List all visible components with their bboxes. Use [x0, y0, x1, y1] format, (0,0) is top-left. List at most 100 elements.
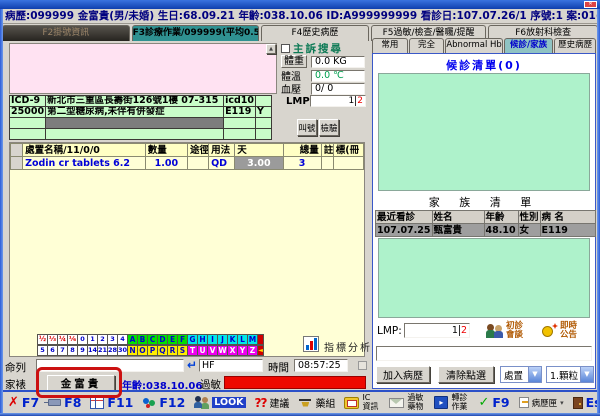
time-checkbox[interactable] [358, 361, 367, 370]
rx-mark[interactable] [333, 157, 363, 170]
icd-code-cell[interactable] [10, 118, 46, 129]
rx-note[interactable] [321, 157, 333, 170]
rx-total[interactable]: 3 [283, 157, 321, 170]
family-disease-cell[interactable]: E119 [540, 224, 595, 237]
rx-header-note[interactable]: 註 [321, 144, 333, 157]
scroll-up-icon[interactable]: ▲ [266, 44, 276, 54]
treatment-dropdown[interactable]: 處置 ▼ [500, 366, 542, 383]
icd-flag-cell[interactable]: Y [255, 107, 271, 118]
rx-drug-name[interactable]: Zodin cr tablets 6.2 [23, 157, 146, 170]
icd-desc-cell[interactable]: 新北市三重區長壽街126號1樓 07-315 [46, 96, 224, 107]
granule-dropdown[interactable]: 1.顆粒 ▼ [546, 366, 594, 383]
family-header-name[interactable]: 姓名 [432, 211, 484, 224]
family-age-cell[interactable]: 48.10 [484, 224, 518, 237]
allergy-drug-button[interactable]: 過敏藥物 [389, 394, 425, 411]
rx-header-name[interactable]: 處置名稱/11/0/0 [23, 144, 146, 157]
lmp-input[interactable]: 12 [310, 95, 366, 107]
family-row-selected[interactable]: 107.07.25 甄富貴 48.10 女 E119 [376, 224, 596, 237]
icd-desc-cell-selected[interactable] [46, 118, 224, 129]
family-header-age[interactable]: 年齡 [484, 211, 518, 224]
weight-input[interactable]: 0.0 KG [311, 56, 365, 68]
f9-button[interactable]: ✓F9 [478, 395, 509, 410]
family-header-disease[interactable]: 病 名 [540, 211, 595, 224]
clear-selection-button[interactable]: 清除點選 [438, 366, 494, 383]
chevron-down-icon[interactable]: ▼ [528, 367, 541, 382]
family-note-input[interactable] [376, 346, 592, 361]
call-number-button[interactable]: 叫號 [297, 119, 317, 136]
complaint-search-checkbox[interactable] [281, 44, 290, 53]
patient-name-button[interactable]: 金富貴 [47, 375, 115, 391]
tab-f4-history[interactable]: F4歷史病歷 [261, 25, 369, 41]
family-name-cell[interactable]: 甄富貴 [432, 224, 484, 237]
f7-button[interactable]: ✗F7 [8, 395, 39, 410]
window-titlebar[interactable]: ✕ [0, 0, 600, 9]
tab-history[interactable]: 歷史病歷 [554, 38, 596, 53]
add-to-chart-button[interactable]: 加入病歷 [376, 366, 430, 383]
rx-header-days[interactable]: 天 [235, 144, 283, 157]
tab-common[interactable]: 常用 [372, 38, 408, 53]
temperature-input[interactable]: 0.0 ℃ [311, 70, 365, 82]
icd-code-cell[interactable] [10, 129, 46, 140]
weight-label[interactable]: 體重 [281, 55, 307, 68]
tab-complete[interactable]: 完全 [409, 38, 445, 53]
icd10-cell[interactable]: icd10 [224, 96, 256, 107]
family-header-visit[interactable]: 最近看診 [376, 211, 433, 224]
suggest-button[interactable]: ??建議 [255, 395, 290, 410]
complaint-search-option[interactable]: 主訴搜尋 [281, 42, 343, 54]
icd-desc-cell[interactable]: 第二型糖尿病,未伴有併發症 [46, 107, 224, 118]
rx-header-qty[interactable]: 數量 [145, 144, 187, 157]
rx-row-handle[interactable] [11, 157, 23, 170]
allergy-alert-field[interactable] [224, 376, 366, 389]
prescription-row[interactable]: Zodin cr tablets 6.2 1.00 QD 3.00 3 [11, 157, 364, 170]
esc-button[interactable]: Esc [573, 395, 600, 410]
table-row[interactable]: ICD-9 新北市三重區長壽街126號1樓 07-315 icd10 [10, 96, 272, 107]
rx-qty[interactable]: 1.00 [145, 157, 187, 170]
ic-info-button[interactable]: IC資訊 [344, 394, 380, 411]
keypad-key[interactable]: ◄ [257, 345, 264, 356]
icd-flag-cell[interactable] [255, 118, 271, 129]
hf-input[interactable]: HF [199, 359, 263, 372]
family-header-sex[interactable]: 性別 [518, 211, 540, 224]
table-row[interactable]: 25000 第二型糖尿病,未伴有併發症 E119 Y [10, 107, 272, 118]
first-visit-chat-button[interactable]: 初診會談 [486, 322, 524, 340]
icd10-cell[interactable] [224, 129, 256, 140]
command-input[interactable] [36, 359, 184, 372]
referral-button[interactable]: ▸轉診作業 [434, 394, 469, 411]
icd-desc-cell[interactable] [46, 129, 224, 140]
icd-flag-cell[interactable] [255, 129, 271, 140]
rx-days-selected[interactable]: 3.00 [235, 157, 283, 170]
rx-header-total[interactable]: 總量 [283, 144, 321, 157]
icd-flag-cell[interactable] [255, 96, 271, 107]
f12-button[interactable]: F12 [142, 395, 185, 410]
lab-test-button[interactable]: 檢驗 [319, 119, 339, 136]
chart-box-button[interactable]: 病歷匣▾ [519, 397, 564, 409]
icd10-cell[interactable]: E119 [224, 107, 256, 118]
table-row[interactable] [10, 118, 272, 129]
close-icon[interactable]: ✕ [584, 1, 597, 8]
indicator-analysis-label[interactable]: 指標分析 [324, 339, 372, 354]
chart-bars-icon[interactable] [303, 336, 319, 352]
table-row[interactable] [10, 129, 272, 140]
tab-f3-treatment[interactable]: F3診療作業/099999(平均0.50項) [132, 25, 260, 41]
keypad-key[interactable] [257, 334, 264, 345]
lmp-input-right[interactable]: 12 [404, 323, 470, 338]
rx-header-mark[interactable]: 標(冊 [333, 144, 363, 157]
family-sex-cell[interactable]: 女 [518, 224, 540, 237]
chevron-down-icon[interactable]: ▼ [580, 367, 593, 382]
rx-header-usage[interactable]: 用法 [209, 144, 235, 157]
look-button[interactable]: LOOK [194, 396, 245, 409]
rx-route[interactable] [187, 157, 208, 170]
rx-usage[interactable]: QD [209, 157, 235, 170]
rx-header-route[interactable]: 途徑 [187, 144, 208, 157]
tab-waiting-family[interactable]: 候診/家族 [504, 38, 554, 53]
waiting-list-box[interactable] [378, 73, 590, 191]
icd-code-cell[interactable]: 25000 [10, 107, 46, 118]
chief-complaint-textarea[interactable] [9, 43, 277, 94]
prescription-area[interactable]: 處置名稱/11/0/0 數量 途徑 用法 天 總量 註 標(冊 Zodin cr… [9, 142, 365, 357]
blood-pressure-input[interactable]: 0/ 0 [311, 83, 365, 95]
instant-announcement-button[interactable]: 即時公告 [540, 322, 578, 340]
drug-group-button[interactable]: 藥組 [298, 395, 335, 410]
tab-f2-registration[interactable]: F2掛號資訊 [2, 25, 130, 41]
f11-button[interactable]: F11 [90, 395, 133, 410]
family-visit-cell[interactable]: 107.07.25 [376, 224, 433, 237]
